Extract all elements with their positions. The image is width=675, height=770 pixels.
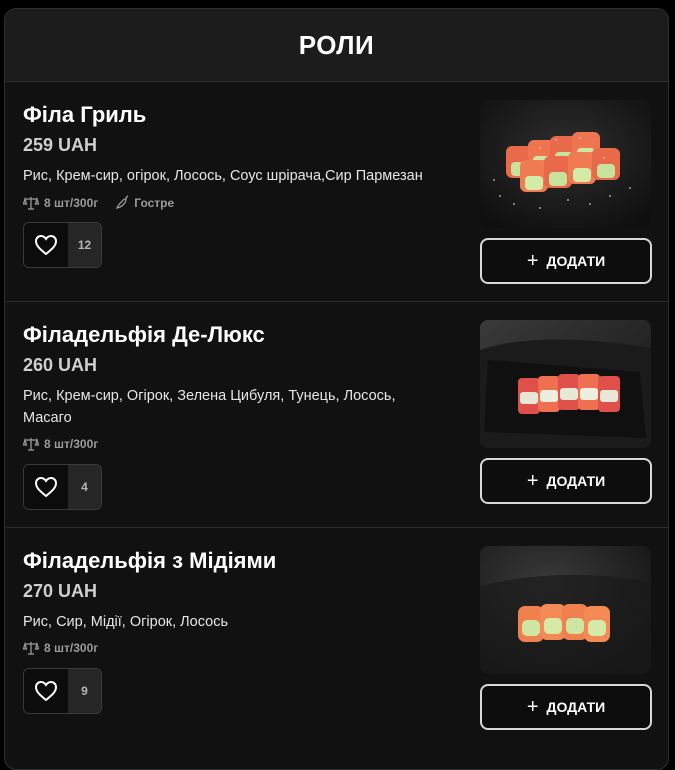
scales-icon — [23, 437, 39, 451]
menu-item: Філадельфія з Мідіями 270 UAH Рис, Сир, … — [5, 528, 668, 758]
menu-item: Філадельфія Де-Люкс 260 UAH Рис, Крем-си… — [5, 302, 668, 528]
portion-info: 8 шт/300г — [23, 437, 98, 451]
add-label: ДОДАТИ — [546, 253, 606, 269]
item-price: 260 UAH — [23, 355, 98, 375]
heart-icon[interactable] — [24, 669, 68, 713]
chili-icon — [116, 195, 129, 209]
heart-icon[interactable] — [24, 223, 68, 267]
plus-icon: + — [526, 250, 539, 272]
portion-label: 8 шт/300г — [44, 437, 99, 451]
item-ingredients: Рис, Крем-сир, Огірок, Зелена Цибуля, Ту… — [23, 388, 396, 426]
spicy-tag: Гостре — [114, 195, 174, 210]
portion-label: 8 шт/300г — [44, 641, 99, 655]
plus-icon: + — [526, 696, 539, 718]
spicy-label: Гостре — [134, 195, 175, 210]
heart-icon[interactable] — [24, 465, 68, 509]
item-meta: 8 шт/300г Гостре — [23, 195, 174, 210]
item-photo[interactable] — [480, 100, 651, 228]
item-photo[interactable] — [480, 546, 651, 674]
item-ingredients: Рис, Крем-сир, огірок, Лосось, Соус шрір… — [23, 168, 423, 184]
like-button[interactable]: 12 — [23, 222, 102, 268]
like-button[interactable]: 9 — [23, 668, 102, 714]
item-photo[interactable] — [480, 320, 651, 448]
add-label: ДОДАТИ — [546, 473, 606, 489]
add-to-cart-button[interactable]: + ДОДАТИ — [480, 458, 652, 504]
item-title[interactable]: Філадельфія з Мідіями — [23, 548, 276, 574]
like-count: 9 — [68, 669, 101, 713]
portion-label: 8 шт/300г — [44, 195, 99, 210]
menu-item: Філа Гриль 259 UAH Рис, Крем-сир, огірок… — [5, 82, 668, 302]
portion-info: 8 шт/300г — [23, 641, 98, 655]
menu-panel: РОЛИ Філа Гриль 259 UAH Рис, Крем-сир, о… — [4, 8, 669, 770]
category-header: РОЛИ — [5, 9, 668, 82]
scales-icon — [23, 641, 39, 655]
plus-icon: + — [526, 470, 539, 492]
item-meta: 8 шт/300г — [23, 641, 98, 655]
item-price: 270 UAH — [23, 581, 98, 601]
item-ingredients: Рис, Сир, Мідії, Огірок, Лосось — [23, 614, 229, 630]
category-title: РОЛИ — [298, 29, 375, 60]
item-meta: 8 шт/300г — [23, 437, 98, 451]
add-to-cart-button[interactable]: + ДОДАТИ — [480, 684, 652, 730]
portion-info: 8 шт/300г — [23, 196, 98, 210]
like-count: 12 — [68, 223, 101, 267]
add-label: ДОДАТИ — [546, 699, 606, 715]
like-count: 4 — [68, 465, 101, 509]
item-title[interactable]: Філа Гриль — [23, 102, 146, 128]
scales-icon — [23, 196, 39, 210]
item-price: 259 UAH — [23, 135, 98, 155]
item-title[interactable]: Філадельфія Де-Люкс — [23, 322, 265, 348]
like-button[interactable]: 4 — [23, 464, 102, 510]
add-to-cart-button[interactable]: + ДОДАТИ — [480, 238, 652, 284]
